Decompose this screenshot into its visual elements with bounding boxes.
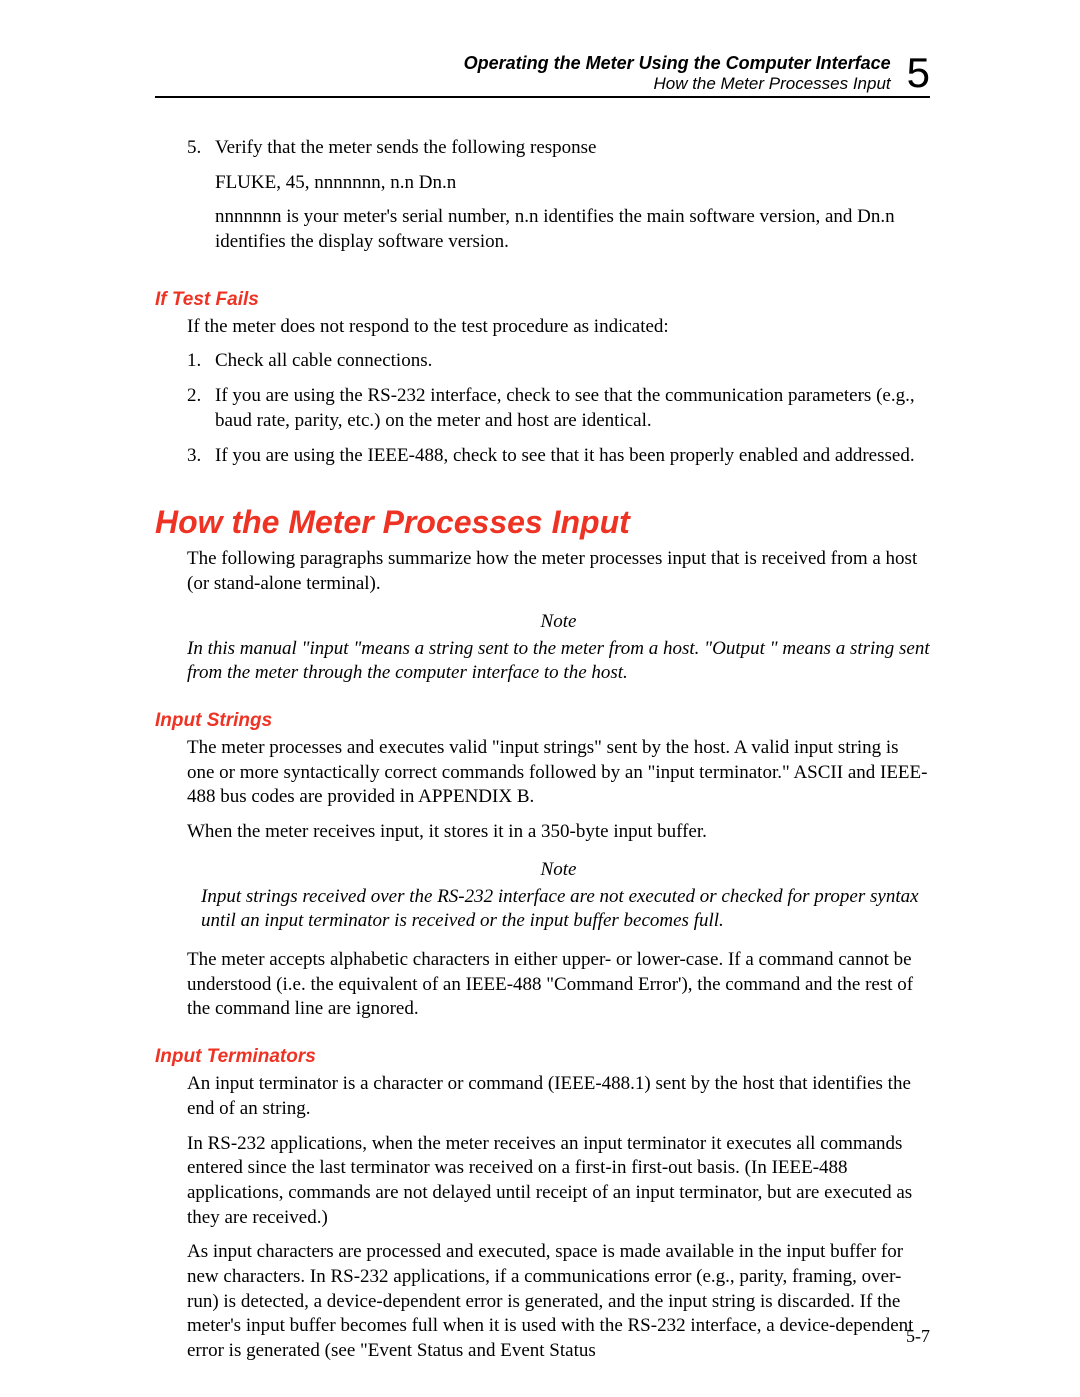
if-test-fails-intro: If the meter does not respond to the tes…	[187, 315, 930, 340]
heading-input-terminators: Input Terminators	[155, 1046, 930, 1068]
step-5-line3: nnnnnnn is your meter's serial number, n…	[215, 205, 930, 254]
step-5-num: 5.	[187, 136, 215, 265]
step-5-line2: FLUKE, 45, nnnnnnn, n.n Dn.n	[215, 171, 930, 196]
chapter-number: 5	[907, 52, 930, 94]
header-title: Operating the Meter Using the Computer I…	[464, 53, 891, 73]
content-area: 5. Verify that the meter sends the follo…	[155, 136, 930, 1364]
header-subtitle: How the Meter Processes Input	[653, 74, 890, 93]
note2-body: Input strings received over the RS-232 i…	[201, 885, 930, 934]
heading-input-strings: Input Strings	[155, 710, 930, 732]
note2-label: Note	[187, 859, 930, 881]
heading-if-test-fails: If Test Fails	[155, 289, 930, 311]
input-terminators-p1: An input terminator is a character or co…	[187, 1072, 930, 1121]
page: Operating the Meter Using the Computer I…	[0, 0, 1080, 1397]
fail-step-3: 3. If you are using the IEEE-488, check …	[187, 444, 930, 469]
heading-how-meter-processes-input: How the Meter Processes Input	[155, 504, 930, 541]
page-number: 5-7	[906, 1326, 930, 1347]
main-intro: The following paragraphs summarize how t…	[187, 547, 930, 596]
input-terminators-p3: As input characters are processed and ex…	[187, 1240, 930, 1363]
input-strings-p2: When the meter receives input, it stores…	[187, 820, 930, 845]
page-header: Operating the Meter Using the Computer I…	[155, 52, 930, 98]
input-strings-p1: The meter processes and executes valid "…	[187, 736, 930, 810]
input-terminators-p2: In RS-232 applications, when the meter r…	[187, 1132, 930, 1231]
step-5-line1: Verify that the meter sends the followin…	[215, 136, 930, 161]
fail-step-1: 1. Check all cable connections.	[187, 349, 930, 374]
fail-step-2: 2. If you are using the RS-232 interface…	[187, 384, 930, 433]
note1-body: In this manual "input "means a string se…	[187, 637, 930, 686]
input-strings-p3: The meter accepts alphabetic characters …	[187, 948, 930, 1022]
step-5: 5. Verify that the meter sends the follo…	[187, 136, 930, 265]
note1-label: Note	[187, 611, 930, 633]
